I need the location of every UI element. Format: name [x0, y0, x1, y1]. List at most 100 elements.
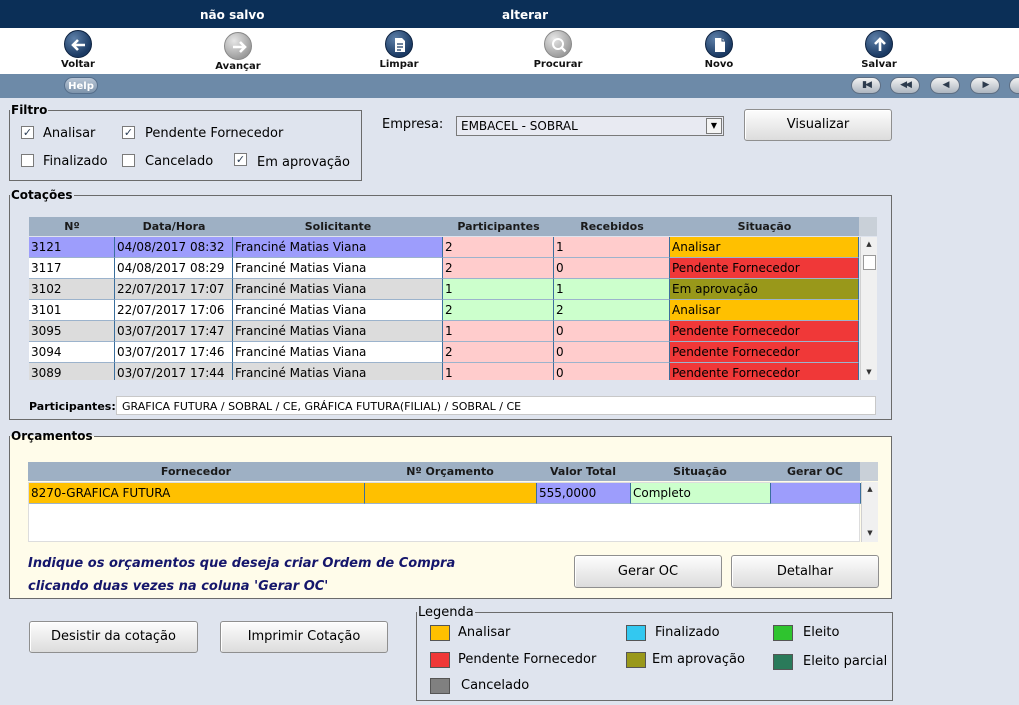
data-hora-cell[interactable]: 03/07/2017 17:47: [115, 321, 233, 342]
numero-cell[interactable]: 3095: [29, 321, 115, 342]
solicitante-cell[interactable]: Franciné Matias Viana: [233, 237, 443, 258]
recebidos-cell[interactable]: 1: [554, 279, 670, 300]
data-hora-cell[interactable]: 03/07/2017 17:46: [115, 342, 233, 363]
situacao-cell[interactable]: Pendente Fornecedor: [670, 258, 859, 279]
participantes-cell[interactable]: 2: [443, 300, 554, 321]
participantes-cell[interactable]: 1: [443, 363, 554, 380]
table-row[interactable]: 3101 22/07/2017 17:06 Franciné Matias Vian…: [29, 300, 859, 321]
solicitante-cell[interactable]: Franciné Matias Viana: [233, 300, 443, 321]
valor-total-cell[interactable]: 555,0000: [537, 483, 631, 504]
scroll-down-icon[interactable]: ▼: [862, 529, 878, 537]
fornecedor-cell[interactable]: 8270-GRAFICA FUTURA: [29, 483, 365, 504]
detalhar-button[interactable]: Detalhar: [731, 555, 879, 588]
pendente-fornecedor-checkbox[interactable]: ✓: [122, 126, 135, 139]
next-icon[interactable]: ▶: [970, 77, 1000, 94]
situacao-cell[interactable]: Pendente Fornecedor: [670, 321, 859, 342]
col-numero-orcamento[interactable]: Nº Orçamento: [364, 465, 536, 478]
scroll-up-icon[interactable]: ▲: [862, 485, 878, 493]
table-row[interactable]: 3121 04/08/2017 08:32 Franciné Matias Vian…: [29, 237, 859, 258]
table-row[interactable]: 3089 03/07/2017 17:44 Franciné Matias Vian…: [29, 363, 859, 380]
orcamentos-scrollbar[interactable]: ▲ ▼: [861, 482, 878, 542]
solicitante-cell[interactable]: Franciné Matias Viana: [233, 363, 443, 380]
numero-cell[interactable]: 3117: [29, 258, 115, 279]
numero-cell[interactable]: 3089: [29, 363, 115, 380]
cotacoes-scrollbar[interactable]: ▲ ▼: [860, 237, 877, 380]
previous-icon[interactable]: ◀: [930, 77, 960, 94]
imprimir-cotacao-button[interactable]: Imprimir Cotação: [220, 621, 388, 653]
avancar-button[interactable]: Avançar: [203, 32, 273, 72]
recebidos-cell[interactable]: 0: [554, 363, 670, 380]
col-valor-total[interactable]: Valor Total: [536, 465, 630, 478]
gerar-oc-cell[interactable]: [771, 483, 861, 504]
recebidos-cell[interactable]: 2: [554, 300, 670, 321]
participantes-cell[interactable]: 2: [443, 342, 554, 363]
chevron-down-icon[interactable]: ▼: [706, 118, 722, 134]
participantes-cell[interactable]: 1: [443, 321, 554, 342]
situacao-cell[interactable]: Analisar: [670, 300, 859, 321]
limpar-button[interactable]: Limpar: [364, 30, 434, 70]
save-status-text: não salvo: [200, 8, 265, 22]
gerar-oc-button[interactable]: Gerar OC: [574, 555, 722, 588]
numero-orcamento-cell[interactable]: [365, 483, 537, 504]
solicitante-cell[interactable]: Franciné Matias Viana: [233, 279, 443, 300]
voltar-label: Voltar: [61, 59, 95, 70]
em-aprovacao-checkbox[interactable]: ✓: [234, 153, 247, 166]
data-hora-cell[interactable]: 22/07/2017 17:07: [115, 279, 233, 300]
table-row[interactable]: 8270-GRAFICA FUTURA 555,0000 Completo: [29, 483, 861, 504]
data-hora-cell[interactable]: 22/07/2017 17:06: [115, 300, 233, 321]
recebidos-cell[interactable]: 0: [554, 258, 670, 279]
recebidos-cell[interactable]: 0: [554, 342, 670, 363]
procurar-button[interactable]: Procurar: [523, 30, 593, 70]
table-row[interactable]: 3095 03/07/2017 17:47 Franciné Matias Vian…: [29, 321, 859, 342]
col-numero[interactable]: Nº: [29, 220, 115, 233]
col-situacao[interactable]: Situação: [670, 220, 859, 233]
empresa-select[interactable]: EMBACEL - SOBRAL ▼: [456, 116, 724, 136]
col-data-hora[interactable]: Data/Hora: [115, 220, 233, 233]
table-row[interactable]: 3102 22/07/2017 17:07 Franciné Matias Vian…: [29, 279, 859, 300]
data-hora-cell[interactable]: 04/08/2017 08:29: [115, 258, 233, 279]
recebidos-cell[interactable]: 0: [554, 321, 670, 342]
data-hora-cell[interactable]: 04/08/2017 08:32: [115, 237, 233, 258]
participantes-cell[interactable]: 2: [443, 237, 554, 258]
scroll-up-icon[interactable]: ▲: [861, 240, 877, 248]
first-page-icon[interactable]: ▮◀: [851, 77, 881, 94]
novo-button[interactable]: Novo: [684, 30, 754, 70]
analisar-checkbox[interactable]: ✓: [21, 126, 34, 139]
voltar-button[interactable]: Voltar: [43, 30, 113, 70]
desistir-cotacao-button[interactable]: Desistir da cotação: [29, 621, 198, 653]
salvar-button[interactable]: Salvar: [844, 30, 914, 70]
table-row[interactable]: 3094 03/07/2017 17:46 Franciné Matias Vian…: [29, 342, 859, 363]
col-fornecedor[interactable]: Fornecedor: [28, 465, 364, 478]
scroll-down-icon[interactable]: ▼: [861, 368, 877, 376]
solicitante-cell[interactable]: Franciné Matias Viana: [233, 321, 443, 342]
scroll-thumb[interactable]: [863, 255, 876, 270]
numero-cell[interactable]: 3094: [29, 342, 115, 363]
situacao-cell[interactable]: Em aprovação: [670, 279, 859, 300]
col-recebidos[interactable]: Recebidos: [554, 220, 670, 233]
situacao-cell[interactable]: Pendente Fornecedor: [670, 342, 859, 363]
finalizado-checkbox[interactable]: [21, 154, 34, 167]
cancelado-checkbox[interactable]: [122, 154, 135, 167]
col-situacao-orc[interactable]: Situação: [630, 465, 770, 478]
solicitante-cell[interactable]: Franciné Matias Viana: [233, 342, 443, 363]
col-participantes[interactable]: Participantes: [443, 220, 554, 233]
situacao-cell[interactable]: Analisar: [670, 237, 859, 258]
eleito-swatch: [773, 625, 793, 641]
recebidos-cell[interactable]: 1: [554, 237, 670, 258]
last-icon[interactable]: [1009, 77, 1019, 94]
help-button[interactable]: Help: [64, 77, 98, 94]
situacao-cell[interactable]: Completo: [631, 483, 771, 504]
col-gerar-oc[interactable]: Gerar OC: [770, 465, 860, 478]
participantes-cell[interactable]: 2: [443, 258, 554, 279]
participantes-cell[interactable]: 1: [443, 279, 554, 300]
col-solicitante[interactable]: Solicitante: [233, 220, 443, 233]
solicitante-cell[interactable]: Franciné Matias Viana: [233, 258, 443, 279]
rewind-icon[interactable]: ◀◀: [890, 77, 920, 94]
situacao-cell[interactable]: Pendente Fornecedor: [670, 363, 859, 380]
numero-cell[interactable]: 3101: [29, 300, 115, 321]
numero-cell[interactable]: 3102: [29, 279, 115, 300]
data-hora-cell[interactable]: 03/07/2017 17:44: [115, 363, 233, 380]
numero-cell[interactable]: 3121: [29, 237, 115, 258]
visualizar-button[interactable]: Visualizar: [744, 109, 892, 141]
table-row[interactable]: 3117 04/08/2017 08:29 Franciné Matias Vian…: [29, 258, 859, 279]
